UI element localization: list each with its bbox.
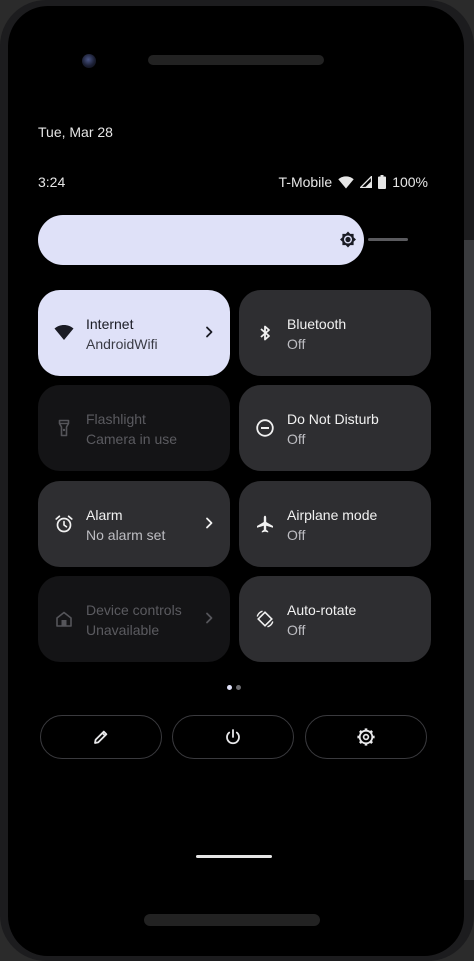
tile-subtitle: Off	[287, 527, 306, 543]
tile-title: Internet	[86, 316, 134, 332]
bottom-speaker-grille	[144, 914, 320, 926]
carrier-label: T-Mobile	[278, 174, 333, 190]
tile-bluetooth[interactable]: Bluetooth Off	[239, 290, 431, 376]
status-icons: T-Mobile 100%	[279, 174, 429, 190]
tile-title: Device controls	[86, 602, 182, 618]
page-dot	[227, 685, 232, 690]
tile-subtitle: Off	[287, 622, 306, 638]
tile-internet[interactable]: Internet AndroidWifi	[38, 290, 230, 376]
tile-airplane[interactable]: Airplane mode Off	[239, 481, 431, 567]
chevron-right-icon	[206, 326, 213, 338]
settings-button[interactable]	[305, 715, 427, 759]
phone-frame: Tue, Mar 28 3:24 T-Mobile 100% Internet …	[0, 0, 474, 961]
top-speaker-grille	[148, 55, 324, 65]
tile-title: Bluetooth	[287, 316, 347, 332]
tile-alarm[interactable]: Alarm No alarm set	[38, 481, 230, 567]
front-camera	[82, 54, 96, 68]
airplane-icon	[257, 515, 273, 533]
status-time: 3:24	[38, 174, 66, 190]
tile-auto-rotate[interactable]: Auto-rotate Off	[239, 576, 431, 662]
pencil-icon	[94, 730, 108, 744]
edit-button[interactable]	[40, 715, 162, 759]
tile-subtitle: AndroidWifi	[86, 336, 158, 352]
home-gesture-bar[interactable]	[196, 855, 272, 858]
brightness-track[interactable]	[368, 238, 408, 241]
tile-flashlight[interactable]: Flashlight Camera in use	[38, 385, 230, 471]
wifi-icon	[54, 324, 74, 340]
tile-title: Auto-rotate	[287, 602, 357, 618]
battery-percent: 100%	[392, 174, 428, 190]
wifi-signal-icon	[338, 175, 354, 188]
brightness-icon	[340, 231, 356, 248]
alarm-icon	[55, 515, 73, 533]
gear-icon	[357, 728, 375, 746]
flashlight-icon	[58, 419, 70, 437]
tile-subtitle: Camera in use	[86, 431, 178, 447]
home-icon	[56, 611, 72, 627]
phone-screen: Tue, Mar 28 3:24 T-Mobile 100% Internet …	[8, 6, 464, 956]
tile-device-controls[interactable]: Device controls Unavailable	[38, 576, 230, 662]
do-not-disturb-icon	[256, 419, 274, 437]
tile-title: Alarm	[86, 507, 123, 523]
tile-subtitle: Off	[287, 336, 306, 352]
status-bar: 3:24 T-Mobile 100%	[38, 174, 428, 194]
tile-title: Airplane mode	[287, 507, 378, 523]
tile-title: Do Not Disturb	[287, 411, 379, 427]
phone-side-edge	[464, 240, 474, 880]
cell-signal-icon	[360, 176, 373, 188]
page-indicator	[227, 685, 241, 690]
battery-icon	[378, 175, 387, 189]
power-icon	[226, 729, 240, 745]
brightness-slider[interactable]	[38, 215, 364, 265]
tile-subtitle: No alarm set	[86, 527, 166, 543]
chevron-right-icon	[206, 517, 213, 529]
auto-rotate-icon	[256, 610, 274, 628]
bluetooth-icon	[260, 325, 270, 341]
tile-subtitle: Unavailable	[86, 622, 160, 638]
page-dot	[236, 685, 241, 690]
power-button[interactable]	[172, 715, 294, 759]
date-label: Tue, Mar 28	[38, 124, 113, 140]
tile-subtitle: Off	[287, 431, 306, 447]
tile-title: Flashlight	[86, 411, 146, 427]
tile-dnd[interactable]: Do Not Disturb Off	[239, 385, 431, 471]
chevron-right-icon	[206, 612, 213, 624]
